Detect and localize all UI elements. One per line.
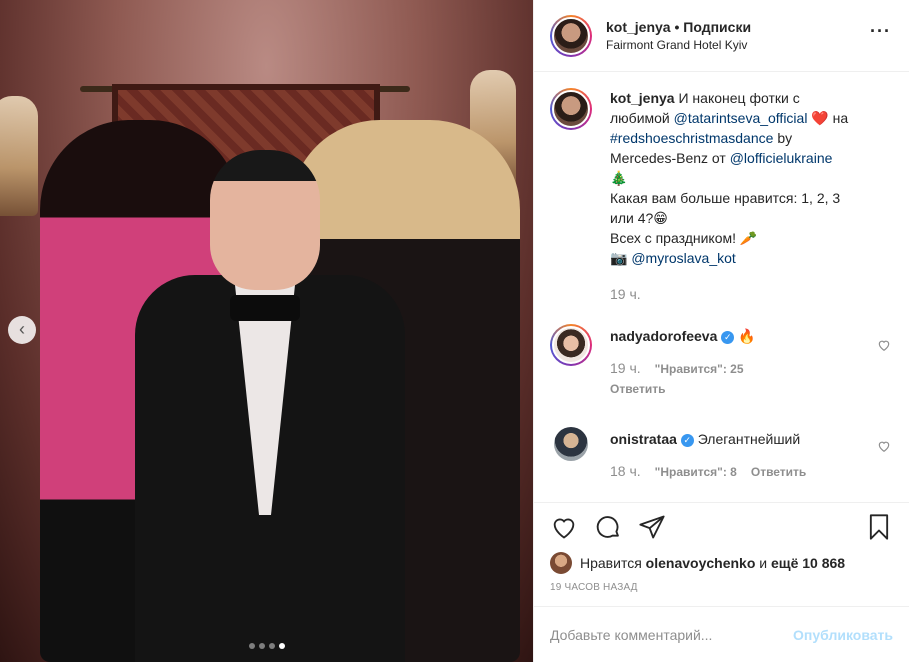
caption: kot_jenya И наконец фотки с любимой @tat… [550, 88, 893, 304]
caption-hashtag[interactable]: #redshoeschristmasdance [610, 130, 773, 146]
photo-bowtie [230, 295, 300, 321]
publish-button[interactable]: Опубликовать [793, 627, 893, 643]
likes-prefix: Нравится [580, 555, 642, 571]
author-username[interactable]: kot_jenya [606, 19, 671, 35]
carousel-prev-button[interactable]: ‹ [8, 316, 36, 344]
likes-conjunction: и [759, 555, 768, 571]
reply-button[interactable]: Ответить [751, 462, 806, 482]
comment-input[interactable] [550, 626, 794, 643]
carousel-indicator [0, 643, 533, 649]
comment-likes[interactable]: "Нравится": 8 [655, 462, 737, 482]
carousel-dot [268, 643, 275, 649]
comment-time[interactable]: 19 ч. [610, 358, 641, 378]
likes-summary: Нравится olenavoychenko и ещё 10 868 [534, 550, 909, 576]
heart-emoji: ❤️ [811, 110, 829, 126]
comment-icon[interactable] [594, 513, 622, 541]
tree-emoji: 🎄 [610, 170, 628, 186]
caption-line: Всех с праздником! 🥕 [610, 230, 758, 246]
caption-mention[interactable]: @lofficielukraine [730, 150, 833, 166]
carousel-dot [258, 643, 265, 649]
likes-count-button[interactable]: ещё 10 868 [771, 555, 845, 571]
author-avatar[interactable] [550, 14, 592, 57]
post-actions [534, 502, 909, 550]
comment-text: Элегантнейший [697, 431, 801, 447]
caption-mention[interactable]: @tatarintseva_official [674, 110, 808, 126]
author-info: kot_jenya • Подписки Fairmont Grand Hote… [606, 18, 751, 54]
caption-text-part: на [832, 110, 849, 126]
post-photo[interactable]: ‹ [0, 0, 533, 662]
comments-list[interactable]: kot_jenya И наконец фотки с любимой @tat… [534, 72, 909, 502]
comment-text: 🔥 [738, 328, 756, 344]
heart-icon[interactable] [550, 513, 578, 541]
verified-badge-icon: ✓ [721, 330, 735, 344]
heart-outline-icon[interactable] [877, 439, 891, 453]
caption-mention[interactable]: @myroslava_kot [631, 250, 735, 266]
camera-emoji: 📷 [610, 250, 628, 266]
share-icon[interactable] [638, 513, 666, 541]
caption-text: kot_jenya И наконец фотки с любимой @tat… [610, 88, 860, 268]
more-horizontal-icon[interactable]: ··· [870, 22, 891, 40]
caption-time[interactable]: 19 ч. [610, 284, 641, 304]
liker-username[interactable]: olenavoychenko [646, 555, 756, 571]
caption-avatar[interactable] [550, 88, 592, 130]
post-location[interactable]: Fairmont Grand Hotel Kyiv [606, 36, 751, 54]
carousel-dot-active [278, 643, 285, 649]
comment-time[interactable]: 18 ч. [610, 461, 641, 481]
comment-item: nadyadorofeeva ✓ 🔥 19 ч. "Нравится": 25 … [550, 324, 893, 399]
following-button[interactable]: Подписки [683, 19, 751, 35]
post-modal: ‹ kot_jenya • Подписки Fairmont Grand Ho… [0, 0, 909, 662]
photo-person-center [135, 150, 405, 662]
caption-username[interactable]: kot_jenya [610, 90, 675, 106]
caption-line: Какая вам больше нравится: 1, 2, 3 или 4… [610, 190, 841, 226]
photo-decor-sconce-left [0, 96, 38, 216]
post-side-panel: kot_jenya • Подписки Fairmont Grand Hote… [533, 0, 909, 662]
comment-avatar[interactable] [550, 324, 592, 366]
liker-avatar[interactable] [550, 552, 572, 574]
post-header: kot_jenya • Подписки Fairmont Grand Hote… [534, 0, 909, 72]
chevron-left-icon: ‹ [19, 319, 25, 339]
heart-outline-icon[interactable] [877, 338, 891, 352]
carousel-dot [248, 643, 255, 649]
comment-item: onistrataa ✓ Элегантнейший 18 ч. "Нравит… [550, 423, 893, 482]
verified-badge-icon: ✓ [680, 433, 694, 447]
comment-username[interactable]: nadyadorofeeva [610, 328, 717, 344]
add-comment-bar: Опубликовать [534, 606, 909, 662]
bookmark-icon[interactable] [865, 513, 893, 541]
post-timestamp[interactable]: 19 ЧАСОВ НАЗАД [534, 576, 909, 606]
comment-avatar[interactable] [550, 423, 592, 465]
photo-head [210, 150, 320, 290]
comment-likes[interactable]: "Нравится": 25 [655, 359, 744, 379]
reply-button[interactable]: Ответить [610, 379, 860, 399]
comment-username[interactable]: onistrataa [610, 431, 677, 447]
separator-dot: • [674, 18, 680, 35]
